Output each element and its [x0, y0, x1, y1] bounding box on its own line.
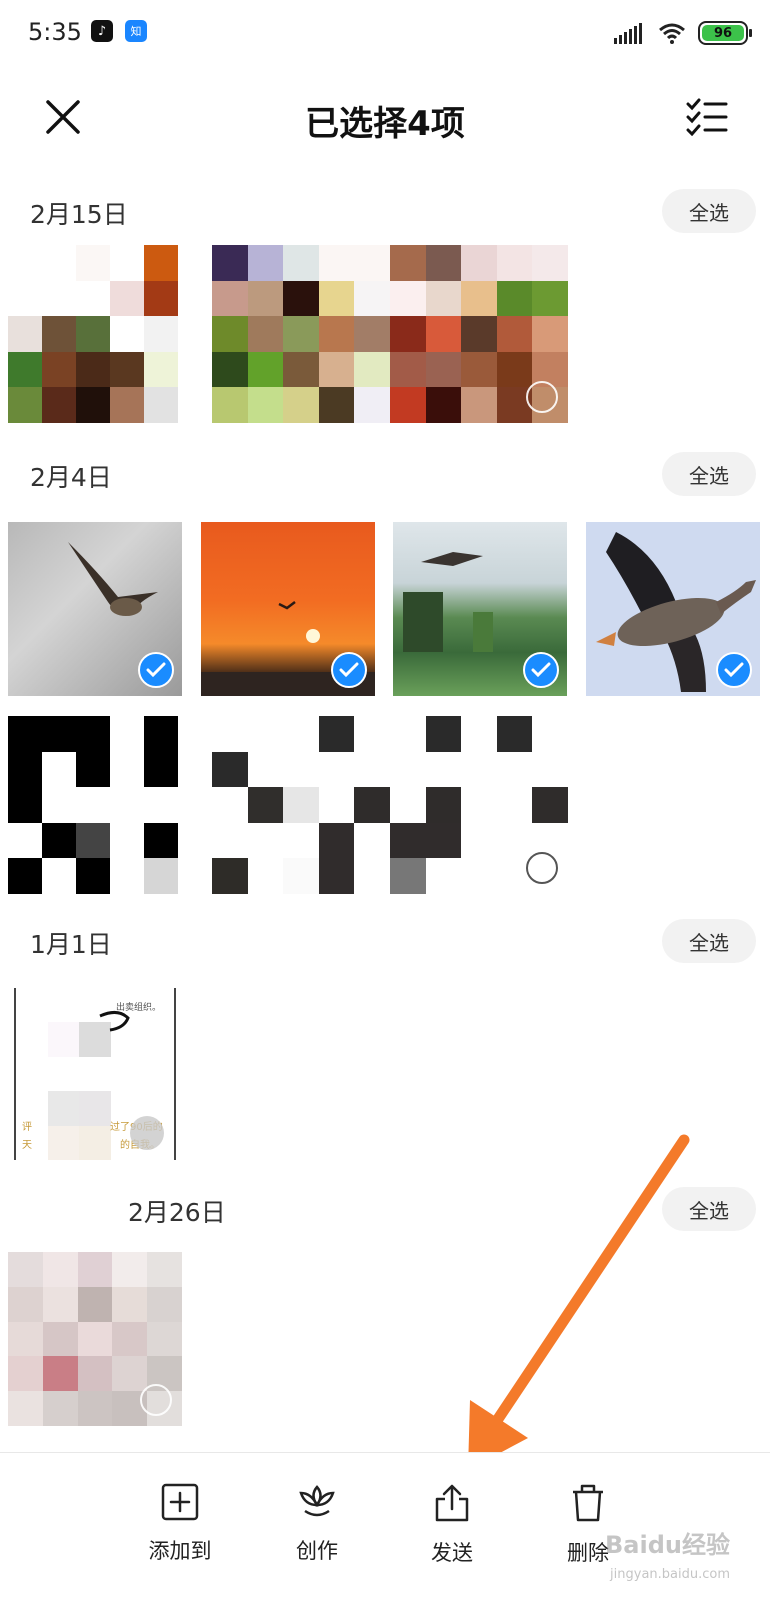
- doc-text: 评: [22, 1122, 32, 1133]
- photo-thumbnail[interactable]: [212, 716, 568, 894]
- delete-icon: [573, 1484, 603, 1522]
- battery-icon: 96: [698, 21, 752, 45]
- scribble-mark: [99, 1011, 130, 1032]
- doc-text: 天: [22, 1140, 32, 1151]
- selected-check-icon[interactable]: [331, 652, 367, 688]
- delete-label: 删除: [567, 1541, 609, 1565]
- section-date: 2月15日: [30, 200, 128, 229]
- send-label: 发送: [431, 1541, 473, 1565]
- section-select-all-button[interactable]: 全选: [662, 919, 756, 963]
- battery-level: 96: [702, 25, 744, 41]
- wifi-icon: [659, 23, 685, 44]
- photo-thumbnail[interactable]: [8, 1252, 182, 1426]
- photo-thumbnail[interactable]: [8, 716, 178, 894]
- add-to-label: 添加到: [148, 1539, 212, 1563]
- create-icon: [299, 1485, 335, 1517]
- selected-check-icon[interactable]: [716, 652, 752, 688]
- checklist-icon: [686, 98, 728, 136]
- photo-thumbnail[interactable]: [212, 245, 568, 423]
- select-all-toggle-button[interactable]: [682, 92, 732, 142]
- unselected-indicator[interactable]: [140, 1384, 172, 1416]
- share-icon: [435, 1484, 469, 1522]
- signal-icon: [614, 23, 642, 44]
- selected-check-icon[interactable]: [523, 652, 559, 688]
- section-date: 2月26日: [128, 1198, 226, 1227]
- bottom-action-bar: 添加到 创作 发送 删除 Baidu经验 jingyan.baidu.com: [0, 1452, 770, 1600]
- section-select-all-button[interactable]: 全选: [662, 452, 756, 496]
- photo-thumbnail[interactable]: [393, 522, 567, 696]
- photo-thumbnail[interactable]: 出卖组织。 评 过了90后的 天 的自我。: [14, 988, 176, 1160]
- watermark: Baidu经验: [605, 1531, 730, 1559]
- page-title: 已选择4项: [305, 104, 465, 144]
- photo-thumbnail[interactable]: [8, 245, 178, 423]
- zhihu-icon: 知: [125, 20, 147, 42]
- create-button[interactable]: 创作: [267, 1483, 367, 1565]
- section-date: 2月4日: [30, 463, 112, 492]
- send-button[interactable]: 发送: [402, 1483, 502, 1567]
- photo-thumbnail[interactable]: [8, 522, 182, 696]
- status-time: 5:35: [28, 18, 82, 46]
- unselected-indicator[interactable]: [526, 381, 558, 413]
- section-date: 1月1日: [30, 930, 112, 959]
- tiktok-icon: ♪: [91, 20, 113, 42]
- selection-header: 已选择4项: [0, 78, 770, 158]
- add-to-icon: [161, 1483, 199, 1521]
- photo-thumbnail[interactable]: [201, 522, 375, 696]
- status-indicators: 96: [614, 20, 752, 46]
- watermark-url: jingyan.baidu.com: [610, 1567, 730, 1582]
- photo-thumbnail[interactable]: [586, 522, 760, 696]
- unselected-indicator[interactable]: [130, 1116, 164, 1150]
- create-label: 创作: [296, 1539, 338, 1563]
- unselected-indicator[interactable]: [526, 852, 558, 884]
- selected-check-icon[interactable]: [138, 652, 174, 688]
- section-select-all-button[interactable]: 全选: [662, 1187, 756, 1231]
- section-select-all-button[interactable]: 全选: [662, 189, 756, 233]
- add-to-button[interactable]: 添加到: [130, 1483, 230, 1565]
- status-bar: 5:35 ♪ 知 96: [0, 0, 770, 70]
